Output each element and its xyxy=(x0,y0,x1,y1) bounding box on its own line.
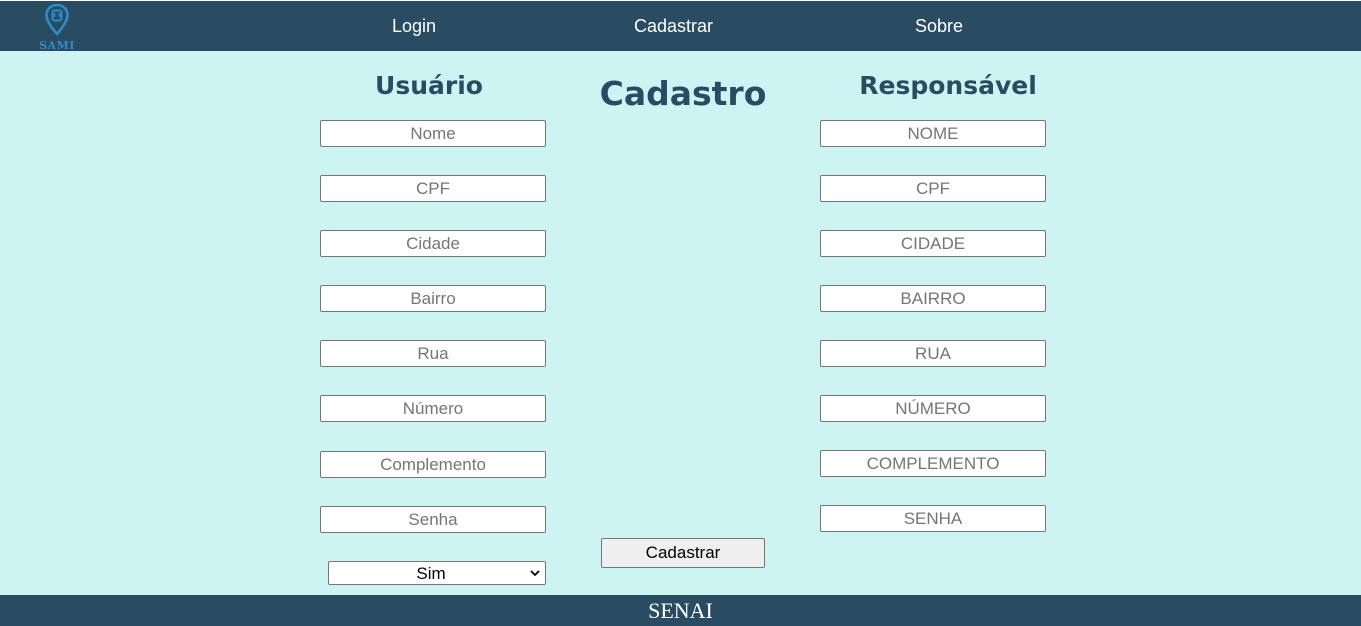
page-title: Cadastro xyxy=(599,74,767,113)
usuario-section-title: Usuário xyxy=(375,71,483,100)
usuario-select[interactable]: Sim xyxy=(328,561,546,585)
footer-text: SENAI xyxy=(648,598,713,623)
usuario-bairro-input[interactable] xyxy=(320,285,546,312)
responsavel-senha-input[interactable] xyxy=(820,505,1046,532)
footer: SENAI xyxy=(0,595,1361,626)
usuario-complemento-input[interactable] xyxy=(320,451,546,478)
chevron-down-icon xyxy=(530,570,540,577)
nav-link-login[interactable]: Login xyxy=(392,16,436,37)
logo-text: SAMI xyxy=(39,39,75,52)
nav-link-sobre[interactable]: Sobre xyxy=(915,16,963,37)
usuario-cpf-input[interactable] xyxy=(320,175,546,202)
nav-link-cadastrar[interactable]: Cadastrar xyxy=(634,16,713,37)
usuario-senha-input[interactable] xyxy=(320,506,546,533)
usuario-cidade-input[interactable] xyxy=(320,230,546,257)
logo[interactable]: SAMI xyxy=(38,3,76,52)
responsavel-numero-input[interactable] xyxy=(820,395,1046,422)
responsavel-section-title: Responsável xyxy=(859,71,1037,100)
usuario-nome-input[interactable] xyxy=(320,120,546,147)
top-navbar: SAMI Login Cadastrar Sobre xyxy=(0,0,1361,52)
select-selected-value: Sim xyxy=(416,564,446,583)
responsavel-cpf-input[interactable] xyxy=(820,175,1046,202)
usuario-numero-input[interactable] xyxy=(320,395,546,422)
responsavel-bairro-input[interactable] xyxy=(820,285,1046,312)
cadastrar-submit-button[interactable]: Cadastrar xyxy=(601,538,765,568)
location-pin-icon xyxy=(45,3,69,36)
responsavel-nome-input[interactable] xyxy=(820,120,1046,147)
usuario-rua-input[interactable] xyxy=(320,340,546,367)
responsavel-cidade-input[interactable] xyxy=(820,230,1046,257)
responsavel-rua-input[interactable] xyxy=(820,340,1046,367)
responsavel-complemento-input[interactable] xyxy=(820,450,1046,477)
